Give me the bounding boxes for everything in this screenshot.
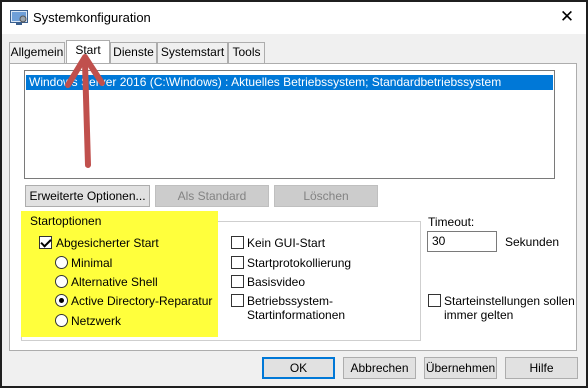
apply-button[interactable]: Übernehmen: [424, 357, 497, 379]
boot-log-checkbox[interactable]: [231, 256, 244, 269]
safe-boot-checkbox[interactable]: [39, 236, 52, 249]
os-boot-info-checkbox[interactable]: [231, 294, 244, 307]
tab-allgemein[interactable]: Allgemein: [9, 42, 65, 63]
window-title: Systemkonfiguration: [33, 10, 151, 25]
radio-network-label: Netzwerk: [71, 314, 122, 328]
list-item[interactable]: Windows Server 2016 (C:\Windows) : Aktue…: [26, 75, 553, 90]
ok-button[interactable]: OK: [262, 357, 335, 379]
advanced-options-button[interactable]: Erweiterte Optionen...: [25, 185, 150, 207]
base-video-label: Basisvideo: [247, 275, 306, 289]
radio-minimal-label: Minimal: [71, 256, 113, 270]
timeout-unit-label: Sekunden: [505, 235, 560, 249]
tab-tools[interactable]: Tools: [228, 42, 265, 63]
no-gui-boot-label: Kein GUI-Start: [247, 236, 326, 250]
timeout-label: Timeout:: [428, 215, 475, 229]
radio-ad-repair[interactable]: [55, 294, 68, 307]
radio-alternate-shell[interactable]: [55, 275, 68, 288]
radio-network[interactable]: [55, 314, 68, 327]
tab-systemstart[interactable]: Systemstart: [157, 42, 228, 63]
delete-button[interactable]: Löschen: [274, 185, 378, 207]
group-title: Startoptionen: [30, 214, 102, 228]
help-button[interactable]: Hilfe: [505, 357, 578, 379]
msconfig-icon: [10, 10, 28, 25]
tab-dienste[interactable]: Dienste: [110, 42, 157, 63]
boot-entry-list[interactable]: Windows Server 2016 (C:\Windows) : Aktue…: [24, 70, 555, 179]
tab-start[interactable]: Start: [66, 40, 110, 63]
timeout-input[interactable]: 30: [427, 231, 497, 252]
persist-settings-checkbox[interactable]: [428, 294, 441, 307]
no-gui-boot-checkbox[interactable]: [231, 236, 244, 249]
safe-boot-label: Abgesicherter Start: [56, 236, 159, 250]
cancel-button[interactable]: Abbrechen: [343, 357, 416, 379]
base-video-checkbox[interactable]: [231, 275, 244, 288]
persist-settings-label: Starteinstellungen sollen immer gelten: [444, 294, 575, 322]
radio-minimal[interactable]: [55, 256, 68, 269]
set-default-button[interactable]: Als Standard: [155, 185, 269, 207]
os-boot-info-label: Betriebssystem- Startinformationen: [247, 294, 346, 322]
close-icon[interactable]: ✕: [554, 5, 580, 29]
radio-ad-repair-label: Active Directory-Reparatur: [71, 294, 213, 308]
boot-log-label: Startprotokollierung: [247, 256, 352, 270]
radio-alternate-shell-label: Alternative Shell: [71, 275, 158, 289]
